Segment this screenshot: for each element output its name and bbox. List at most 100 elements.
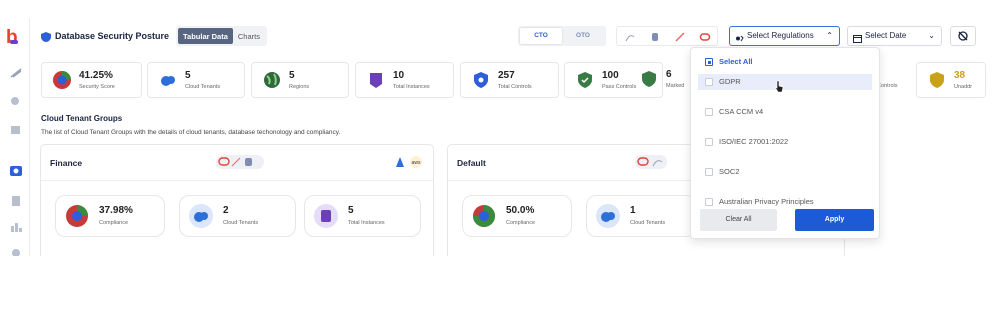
section-subtitle: The list of Cloud Tenant Groups with the…: [41, 129, 341, 136]
database-shield-icon: [40, 30, 52, 42]
select-date-dropdown[interactable]: Select Date ⌄: [847, 26, 942, 46]
calendar-icon: [853, 32, 862, 43]
option-label: CSA CCM v4: [719, 107, 764, 116]
mouse-pointer-icon: [774, 80, 784, 93]
db-tech-icons: [216, 155, 264, 169]
refresh-icon: [958, 31, 968, 41]
cloud-icon: [189, 204, 213, 228]
svg-text:aws: aws: [412, 160, 421, 166]
option-iso27001[interactable]: ISO/IEC 27001:2022: [698, 134, 872, 150]
tab-tabular-data[interactable]: Tabular Data: [178, 28, 233, 44]
oracle-icon[interactable]: [699, 30, 711, 42]
refresh-button[interactable]: [950, 26, 976, 46]
cloud-provider-icons: aws: [393, 155, 425, 169]
metric-marked: 6 Marked: [629, 62, 691, 98]
postgres-icon[interactable]: [649, 30, 661, 42]
chevron-up-icon: ⌃: [826, 31, 833, 40]
database-icon: [366, 70, 386, 90]
compliance-label: Compliance: [506, 220, 536, 226]
group-card-finance[interactable]: Finance aws 37.98% Compliance 2 Cloud Te…: [40, 144, 434, 264]
metric-label: Security Score: [79, 84, 115, 90]
nav-icon-5[interactable]: [9, 220, 23, 232]
compliance-icon: [472, 204, 496, 228]
gdpr-checkbox[interactable]: [705, 78, 713, 86]
group-tenants-card: 1 Cloud Tenants: [586, 195, 696, 237]
metric-controls-partial: Controls: [877, 62, 917, 98]
metric-value: 5: [185, 70, 191, 81]
metric-label: Unaddr: [954, 84, 973, 90]
nav-icon-1[interactable]: [9, 66, 23, 78]
metric-total-controls: 257 Total Controls: [460, 62, 559, 98]
nav-icon-4[interactable]: [9, 194, 23, 206]
metric-value: 38: [954, 70, 966, 81]
cloud-icon: [158, 70, 178, 90]
option-select-all[interactable]: Select All: [698, 54, 872, 70]
csa-ccm-checkbox[interactable]: [705, 108, 713, 116]
tenants-label: Cloud Tenants: [630, 220, 666, 226]
option-label: Australian Privacy Principles: [719, 197, 814, 206]
clear-all-button[interactable]: Clear All: [700, 209, 777, 231]
shield-check-icon: [575, 70, 595, 90]
iso27001-checkbox[interactable]: [705, 138, 713, 146]
instances-label: Total Instances: [348, 220, 385, 226]
compliance-label: Compliance: [99, 220, 129, 226]
select-regulations-dropdown[interactable]: Select Regulations ⌃: [729, 26, 840, 46]
shield-warning-icon: [927, 70, 947, 90]
group-instances-card: 5 Total Instances: [304, 195, 421, 237]
apply-button[interactable]: Apply: [795, 209, 874, 231]
compliance-icon: [65, 204, 89, 228]
metric-regions: 5 Regions: [251, 62, 349, 98]
cloud-icon: [596, 204, 620, 228]
metric-label: Cloud Tenants: [185, 84, 221, 90]
mode-cto[interactable]: CTO: [520, 28, 562, 44]
regulation-icon: [735, 32, 744, 42]
metric-value: 6: [666, 69, 672, 80]
group-compliance-card: 37.98% Compliance: [55, 195, 165, 237]
instances-value: 5: [348, 205, 354, 216]
metric-label: Total Instances: [393, 84, 430, 90]
regulations-dropdown-panel: Select All GDPR CSA CCM v4 ISO/IEC 27001…: [690, 47, 880, 239]
page-title: Database Security Posture: [55, 31, 170, 41]
soc2-checkbox[interactable]: [705, 168, 713, 176]
section-title: Cloud Tenant Groups: [41, 114, 123, 123]
option-australian-privacy[interactable]: Australian Privacy Principles: [698, 194, 872, 210]
metric-unaddressed: 38 Unaddr: [916, 62, 986, 98]
mode-oto[interactable]: OTO: [562, 28, 604, 44]
metric-label: Marked: [666, 83, 685, 89]
metric-value: 10: [393, 70, 405, 81]
nav-icon-3[interactable]: [9, 123, 23, 135]
option-gdpr[interactable]: GDPR: [698, 74, 872, 90]
group-name: Default: [457, 158, 486, 168]
tenants-value: 1: [630, 205, 636, 216]
metric-label: Total Controls: [498, 84, 532, 90]
select-all-checkbox[interactable]: [705, 58, 713, 66]
database-filter-group: [616, 26, 718, 46]
select-regulations-label: Select Regulations: [747, 31, 814, 40]
app: b › Database Security Posture Tabular Da…: [0, 0, 993, 314]
mssql-icon[interactable]: [674, 30, 686, 42]
option-label: GDPR: [719, 77, 741, 86]
shield-score-icon: [52, 70, 72, 90]
select-all-label: Select All: [719, 57, 753, 66]
nav-icon-2[interactable]: [9, 94, 23, 106]
tab-charts[interactable]: Charts: [233, 28, 265, 44]
metric-value: 100: [602, 70, 619, 81]
nav-icon-security-active[interactable]: [9, 164, 23, 176]
group-tenants-card: 2 Cloud Tenants: [179, 195, 296, 237]
australian-privacy-checkbox[interactable]: [705, 198, 713, 206]
select-date-label: Select Date: [865, 31, 907, 40]
metric-value: 257: [498, 70, 515, 81]
shield-marked-icon: [639, 69, 659, 89]
option-label: ISO/IEC 27001:2022: [719, 137, 789, 146]
compliance-value: 37.98%: [99, 205, 133, 216]
db-tech-icons: [635, 155, 667, 169]
option-csa-ccm[interactable]: CSA CCM v4: [698, 104, 872, 120]
compliance-value: 50.0%: [506, 205, 535, 216]
shield-icon: [471, 70, 491, 90]
mysql-icon[interactable]: [624, 30, 636, 42]
tenants-value: 2: [223, 205, 229, 216]
tenants-label: Cloud Tenants: [223, 220, 259, 226]
globe-icon: [262, 70, 282, 90]
option-soc2[interactable]: SOC2: [698, 164, 872, 180]
chevron-down-icon: ⌄: [928, 31, 935, 40]
